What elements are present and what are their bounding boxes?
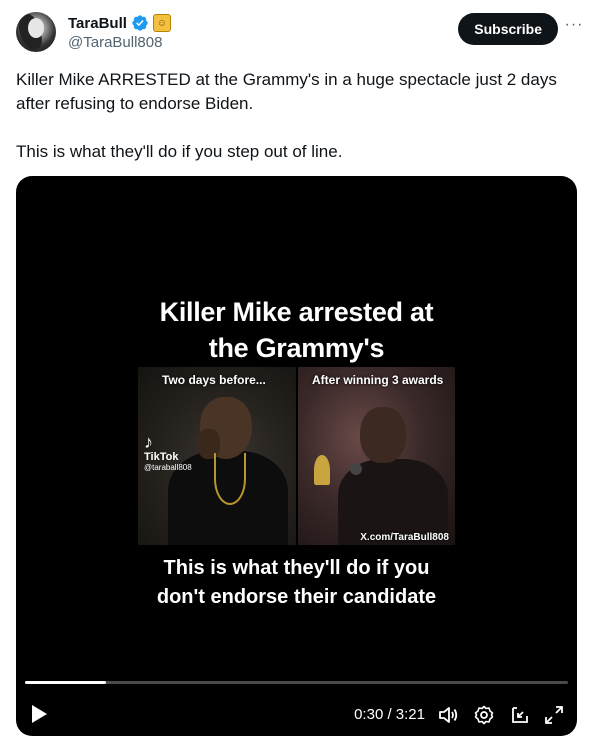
- more-options-icon[interactable]: ···: [564, 17, 584, 38]
- video-progress-bar[interactable]: [25, 681, 568, 684]
- video-time: 0:30 / 3:21: [354, 706, 425, 723]
- clip-right-image: After winning 3 awards X.com/TaraBull808: [298, 367, 455, 545]
- video-caption: This is what they'll do if you don't end…: [16, 554, 577, 612]
- verified-badge-icon: [132, 15, 148, 31]
- video-caption-line1: This is what they'll do if you: [163, 557, 430, 579]
- video-title-line2: the Grammy's: [208, 333, 385, 363]
- tweet-text: Killer Mike ARRESTED at the Grammy's in …: [16, 70, 557, 161]
- video-progress-fill: [25, 681, 107, 684]
- video-watermark: X.com/TaraBull808: [360, 532, 449, 543]
- video-caption-line2: don't endorse their candidate: [156, 586, 437, 608]
- grammy-trophy-icon: [314, 455, 330, 485]
- video-title-line1: Killer Mike arrested at: [159, 297, 434, 327]
- author-display-name[interactable]: TaraBull: [68, 15, 127, 32]
- tiktok-user: @taraball808: [144, 463, 192, 472]
- tweet-header: TaraBull ☺ @TaraBull808 Subscribe ···: [16, 12, 584, 56]
- tiktok-name: TikTok: [144, 451, 179, 463]
- avatar[interactable]: [16, 12, 56, 52]
- video-controls: 0:30 / 3:21: [16, 698, 577, 730]
- subscribe-button[interactable]: Subscribe: [458, 13, 558, 45]
- clip-left-image: Two days before... ♪ TikTok @taraball808: [138, 367, 296, 545]
- video-player[interactable]: Killer Mike arrested at the Grammy's Two…: [16, 176, 577, 736]
- author-handle[interactable]: @TaraBull808: [68, 34, 162, 51]
- volume-icon[interactable]: [437, 704, 459, 726]
- video-clip-frame: Two days before... ♪ TikTok @taraball808…: [138, 367, 455, 545]
- author-name-row: TaraBull ☺: [68, 14, 171, 32]
- clip-right-label: After winning 3 awards: [312, 373, 444, 387]
- tiktok-watermark: ♪ TikTok @taraball808: [144, 433, 192, 472]
- settings-icon[interactable]: [473, 704, 495, 726]
- video-title: Killer Mike arrested at the Grammy's: [16, 294, 577, 366]
- play-icon[interactable]: [30, 704, 48, 724]
- clip-left-label: Two days before...: [162, 373, 266, 387]
- tiktok-logo-icon: ♪: [144, 432, 153, 452]
- fullscreen-icon[interactable]: [543, 704, 565, 726]
- pip-icon[interactable]: [509, 704, 531, 726]
- gold-affiliate-badge-icon[interactable]: ☺: [152, 14, 171, 32]
